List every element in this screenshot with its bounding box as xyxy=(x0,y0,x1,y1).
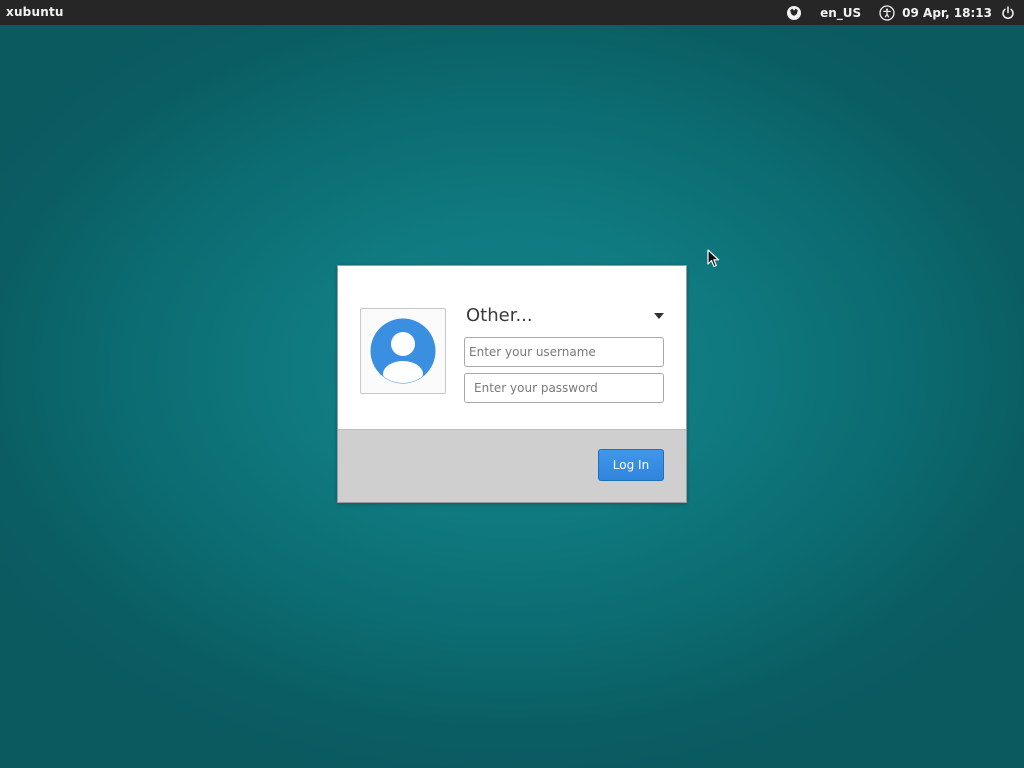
chevron-down-icon[interactable] xyxy=(654,313,664,319)
login-button[interactable]: Log In xyxy=(598,449,664,481)
avatar xyxy=(360,308,446,394)
mouse-pointer-icon xyxy=(707,249,721,273)
power-icon[interactable] xyxy=(1001,0,1015,25)
top-panel: xubuntu en_US 09 Apr, 18:13 xyxy=(0,0,1024,25)
language-indicator[interactable]: en_US xyxy=(820,0,861,25)
selected-user-label: Other... xyxy=(466,305,533,326)
panel-indicators: en_US 09 Apr, 18:13 xyxy=(786,0,1024,25)
accessibility-icon[interactable] xyxy=(879,0,895,25)
password-input[interactable] xyxy=(464,373,664,403)
username-input[interactable] xyxy=(464,337,664,367)
clock-label[interactable]: 09 Apr, 18:13 xyxy=(902,0,992,25)
hostname-label: xubuntu xyxy=(6,5,64,19)
user-selector-dropdown[interactable]: Other... xyxy=(466,304,664,328)
default-user-avatar-icon xyxy=(370,318,436,384)
login-credentials-area: Other... xyxy=(338,266,686,429)
login-dialog: Other... Log In xyxy=(337,265,687,503)
login-actions-area: Log In xyxy=(338,429,686,502)
session-indicator-icon[interactable] xyxy=(786,0,802,25)
